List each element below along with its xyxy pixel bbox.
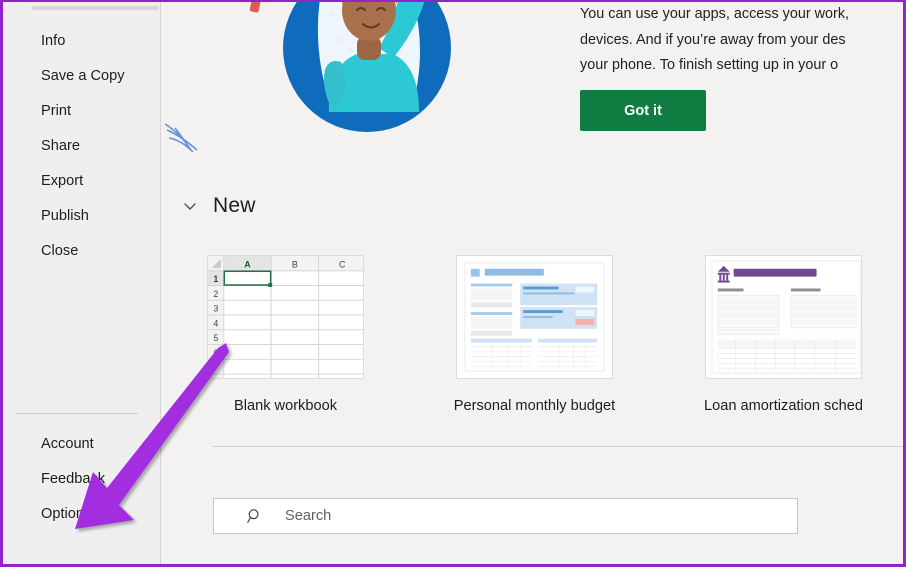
spreadsheet-grid-icon: A B C 1 2 3 4 5 6 7 — [208, 256, 363, 378]
budget-preview-icon — [457, 256, 612, 378]
sidebar-item-close[interactable]: Close — [3, 234, 160, 269]
template-gallery: A B C 1 2 3 4 5 6 7 Blank workbook Perso… — [161, 255, 903, 414]
sidebar-divider — [16, 413, 138, 414]
svg-text:2: 2 — [213, 289, 218, 299]
sidebar-item-label: Options — [41, 506, 92, 522]
search-box[interactable] — [213, 498, 798, 534]
personal-monthly-budget-thumbnail[interactable] — [456, 255, 613, 379]
svg-text:7: 7 — [213, 363, 218, 373]
template-label: Blank workbook — [233, 398, 338, 414]
loan-amortization-thumbnail[interactable] — [705, 255, 862, 379]
sidebar-item-share[interactable]: Share — [3, 129, 160, 164]
sidebar-item-label: Export — [41, 173, 84, 189]
svg-text:4: 4 — [213, 318, 218, 328]
sidebar-item-label: Save a Copy — [41, 68, 125, 84]
banner-line-3: your phone. To finish setting up in your… — [580, 57, 839, 73]
sidebar-item-feedback[interactable]: Feedback — [3, 462, 160, 497]
sidebar-item-label: Info — [41, 33, 66, 49]
sidebar-item-publish[interactable]: Publish — [3, 199, 160, 234]
svg-text:3: 3 — [213, 304, 218, 314]
svg-text:B: B — [292, 259, 298, 269]
svg-text:C: C — [339, 259, 346, 269]
backstage-main-pane: You can use your apps, access your work,… — [161, 2, 903, 564]
sidebar-scroll-indicator[interactable] — [31, 6, 159, 10]
svg-text:1: 1 — [213, 274, 218, 284]
sidebar-item-label: Share — [41, 138, 80, 154]
banner-description: You can use your apps, access your work,… — [580, 2, 903, 79]
template-loan-amortization-schedule[interactable]: Loan amortization sched — [659, 255, 903, 414]
sidebar-item-label: Feedback — [41, 471, 106, 487]
promo-banner: You can use your apps, access your work,… — [161, 2, 903, 174]
sidebar-item-account[interactable]: Account — [3, 427, 160, 462]
section-divider — [213, 446, 903, 447]
template-blank-workbook[interactable]: A B C 1 2 3 4 5 6 7 Blank workbook — [161, 255, 410, 414]
sidebar-item-options[interactable]: Options — [3, 497, 160, 532]
new-section-header[interactable]: New — [183, 194, 256, 218]
backstage-sidebar: Info Save a Copy Print Share Export Publ… — [3, 2, 161, 564]
sidebar-item-export[interactable]: Export — [3, 164, 160, 199]
sidebar-item-info[interactable]: Info — [3, 24, 160, 59]
sidebar-item-save-a-copy[interactable]: Save a Copy — [3, 59, 160, 94]
sidebar-item-label: Publish — [41, 208, 89, 224]
template-label: Personal monthly budget — [453, 398, 616, 414]
sidebar-item-label: Print — [41, 103, 72, 119]
sidebar-item-label: Close — [41, 243, 79, 259]
sidebar-primary-nav: Info Save a Copy Print Share Export Publ… — [3, 24, 160, 269]
chevron-down-icon[interactable] — [183, 199, 197, 213]
template-label: Loan amortization sched — [703, 398, 863, 414]
amortization-preview-icon — [706, 256, 861, 378]
sidebar-secondary-nav: Account Feedback Options — [3, 427, 160, 532]
svg-text:A: A — [244, 259, 251, 269]
got-it-button[interactable]: Got it — [580, 90, 706, 131]
svg-text:6: 6 — [213, 348, 218, 358]
banner-line-1: You can use your apps, access your work, — [580, 6, 850, 22]
template-personal-monthly-budget[interactable]: Personal monthly budget — [410, 255, 659, 414]
excel-backstage-window: Info Save a Copy Print Share Export Publ… — [0, 0, 906, 567]
search-icon[interactable] — [247, 508, 263, 524]
new-section-title: New — [213, 194, 256, 217]
blank-workbook-thumbnail[interactable]: A B C 1 2 3 4 5 6 7 — [207, 255, 364, 379]
person-celebrating-illustration — [164, 2, 451, 153]
svg-text:5: 5 — [213, 333, 218, 343]
sidebar-item-label: Account — [41, 436, 94, 452]
sidebar-item-print[interactable]: Print — [3, 94, 160, 129]
search-input[interactable] — [285, 508, 787, 524]
banner-line-2: devices. And if you’re away from your de… — [580, 31, 846, 48]
